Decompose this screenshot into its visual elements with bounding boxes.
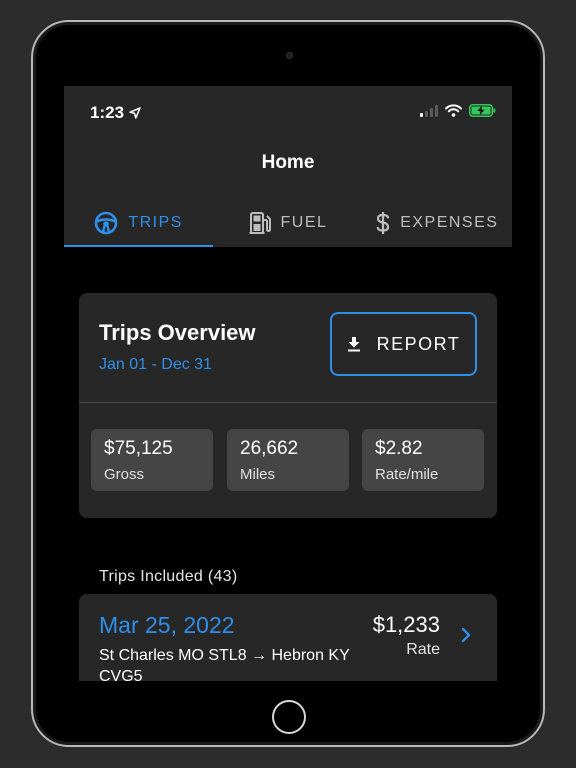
trip-date: Mar 25, 2022: [99, 612, 235, 638]
fuel-pump-icon: [249, 211, 271, 234]
tab-bar: TRIPS FUEL EXPENSES: [64, 198, 512, 247]
trip-amount: $1,233: [372, 612, 440, 637]
wifi-icon: [445, 104, 462, 117]
app-screen: 1:23 Home TRIPS FUEL EXPENSES Trips Over…: [64, 86, 512, 681]
chevron-right-icon: [461, 627, 471, 643]
tab-fuel[interactable]: FUEL: [213, 198, 362, 247]
trip-amount-label: Rate: [406, 641, 440, 658]
dollar-icon: [376, 211, 390, 234]
report-button[interactable]: REPORT: [330, 312, 477, 376]
stat-miles: 26,662 Miles: [227, 429, 349, 491]
steering-wheel-icon: [95, 211, 118, 234]
status-indicators: [420, 104, 496, 117]
status-time: 1:23: [90, 103, 141, 123]
trip-list-item[interactable]: Mar 25, 2022 St Charles MO STL8 → Hebron…: [79, 594, 497, 681]
battery-charging-icon: [469, 104, 496, 117]
front-camera: [286, 52, 293, 59]
tab-trips[interactable]: TRIPS: [64, 198, 214, 247]
page-title: Home: [261, 152, 315, 173]
trips-included-label: Trips Included (43): [99, 568, 238, 585]
overview-date-range[interactable]: Jan 01 - Dec 31: [99, 356, 212, 374]
trip-route: St Charles MO STL8 → Hebron KY CVG5: [99, 647, 350, 681]
stat-rate-per-mile: $2.82 Rate/mile: [362, 429, 484, 491]
home-button[interactable]: [272, 700, 306, 734]
cellular-signal-icon: [420, 104, 438, 117]
location-arrow-icon: [129, 107, 141, 119]
stat-gross: $75,125 Gross: [91, 429, 213, 491]
trips-overview-card: Trips Overview Jan 01 - Dec 31 REPORT $7…: [79, 293, 497, 518]
download-icon: [347, 337, 360, 352]
tab-expenses[interactable]: EXPENSES: [363, 198, 512, 247]
overview-divider: [79, 402, 497, 403]
top-bar: 1:23 Home TRIPS FUEL EXPENSES: [64, 86, 512, 247]
overview-title: Trips Overview: [99, 320, 256, 345]
